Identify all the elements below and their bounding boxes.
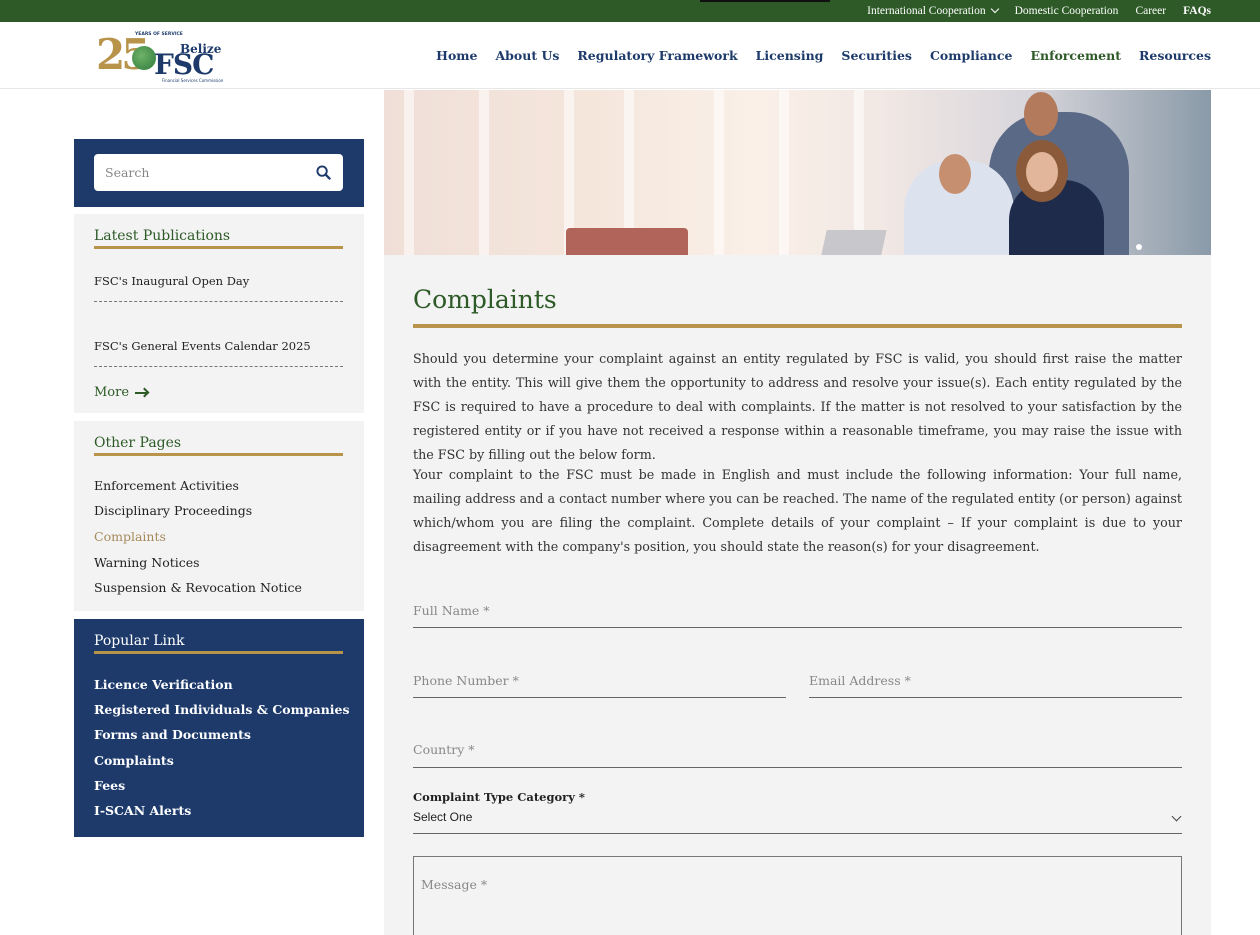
utility-link-career[interactable]: Career xyxy=(1135,5,1166,17)
nav-regulatory-framework[interactable]: Regulatory Framework xyxy=(577,48,737,63)
hero-slider-dot[interactable] xyxy=(1136,244,1142,250)
nav-licensing[interactable]: Licensing xyxy=(756,48,824,63)
page-title: Complaints xyxy=(413,285,557,314)
logo-tagline: YEARS OF SERVICE xyxy=(135,32,183,37)
country-underline xyxy=(413,767,1182,768)
complaint-type-select[interactable]: Select One xyxy=(413,810,1182,834)
nav-resources[interactable]: Resources xyxy=(1139,48,1211,63)
arrow-right-icon xyxy=(135,391,148,394)
phone-number-underline xyxy=(413,697,786,698)
publication-item[interactable]: FSC's Inaugural Open Day xyxy=(94,274,343,288)
other-page-warning-notices[interactable]: Warning Notices xyxy=(94,555,200,570)
popular-link-fees[interactable]: Fees xyxy=(94,778,125,793)
nav-home[interactable]: Home xyxy=(436,48,477,63)
publication-item[interactable]: FSC's General Events Calendar 2025 xyxy=(94,339,343,353)
hero-person-seated-head xyxy=(939,154,971,194)
search-icon[interactable] xyxy=(316,165,331,180)
hero-person-woman-face xyxy=(1026,152,1058,192)
message-textarea[interactable] xyxy=(414,857,1181,935)
popular-link-registered-individuals[interactable]: Registered Individuals & Companies xyxy=(94,702,350,717)
search-input[interactable] xyxy=(94,154,304,191)
country-input[interactable] xyxy=(413,735,1182,763)
popular-link-title: Popular Link xyxy=(94,633,185,649)
more-label: More xyxy=(94,385,130,400)
hero-window-stripe xyxy=(714,90,724,255)
utility-link-domestic-cooperation[interactable]: Domestic Cooperation xyxy=(1015,5,1119,17)
popular-link-iscan-alerts[interactable]: I-SCAN Alerts xyxy=(94,803,191,818)
title-underline xyxy=(94,246,343,249)
belize-fsc-logo[interactable]: 25 YEARS OF SERVICE Belize FSC Financial… xyxy=(96,30,223,84)
title-underline xyxy=(94,453,343,456)
full-name-underline xyxy=(413,627,1182,628)
email-address-underline xyxy=(809,697,1182,698)
more-publications-link[interactable]: More xyxy=(94,385,148,400)
utility-links: International Cooperation Domestic Coope… xyxy=(867,0,1211,22)
other-page-complaints[interactable]: Complaints xyxy=(94,529,166,544)
other-page-suspension-revocation[interactable]: Suspension & Revocation Notice xyxy=(94,580,302,595)
nav-compliance[interactable]: Compliance xyxy=(930,48,1013,63)
intro-paragraph: Should you determine your complaint agai… xyxy=(413,351,1182,462)
hero-banner-image xyxy=(384,90,1211,255)
hero-window-stripe xyxy=(779,90,789,255)
hero-laptop xyxy=(821,230,887,255)
popular-link-forms-documents[interactable]: Forms and Documents xyxy=(94,727,251,742)
main-nav: Home About Us Regulatory Framework Licen… xyxy=(436,22,1211,89)
search-field xyxy=(94,154,343,191)
title-underline xyxy=(94,651,343,654)
title-underline xyxy=(413,324,1182,328)
publication-divider xyxy=(94,366,343,367)
other-page-disciplinary-proceedings[interactable]: Disciplinary Proceedings xyxy=(94,503,252,518)
latest-publications-title: Latest Publications xyxy=(94,228,231,244)
utility-link-label: International Cooperation xyxy=(867,5,986,17)
logo-fsc: FSC xyxy=(154,48,214,81)
top-notch-decoration xyxy=(700,0,830,2)
utility-link-faqs[interactable]: FAQs xyxy=(1183,5,1211,17)
top-utility-bar: International Cooperation Domestic Coope… xyxy=(0,0,1260,22)
logo-subtitle: Financial Services Commission xyxy=(162,78,224,83)
complaint-type-label: Complaint Type Category * xyxy=(413,790,585,804)
publication-divider xyxy=(94,301,343,302)
hero-chair xyxy=(566,228,688,255)
chevron-down-icon xyxy=(990,4,999,14)
email-address-input[interactable] xyxy=(809,666,1182,694)
complaint-type-underline xyxy=(413,833,1182,834)
hero-window-stripe xyxy=(404,90,414,255)
phone-number-input[interactable] xyxy=(413,666,786,694)
globe-icon xyxy=(132,46,156,70)
site-header: 25 YEARS OF SERVICE Belize FSC Financial… xyxy=(0,22,1260,89)
utility-link-international-cooperation[interactable]: International Cooperation xyxy=(867,4,999,17)
hero-window-stripe xyxy=(479,90,489,255)
other-page-enforcement-activities[interactable]: Enforcement Activities xyxy=(94,478,239,493)
other-pages-title: Other Pages xyxy=(94,435,182,451)
requirements-paragraph: Your complaint to the FSC must be made i… xyxy=(413,467,1182,554)
popular-link-complaints[interactable]: Complaints xyxy=(94,753,174,768)
popular-link-card: Popular Link Licence Verification Regist… xyxy=(74,619,364,837)
latest-publications-card: Latest Publications FSC's Inaugural Open… xyxy=(74,214,364,413)
nav-enforcement[interactable]: Enforcement xyxy=(1030,48,1121,63)
full-name-input[interactable] xyxy=(413,596,1182,624)
popular-link-licence-verification[interactable]: Licence Verification xyxy=(94,677,233,692)
message-box xyxy=(413,856,1182,935)
main-content: Complaints Should you determine your com… xyxy=(384,255,1211,935)
nav-securities[interactable]: Securities xyxy=(841,48,912,63)
nav-about-us[interactable]: About Us xyxy=(495,48,559,63)
sidebar-search-panel xyxy=(74,139,364,207)
other-pages-card: Other Pages Enforcement Activities Disci… xyxy=(74,421,364,611)
hero-person-standing-head xyxy=(1024,92,1058,136)
